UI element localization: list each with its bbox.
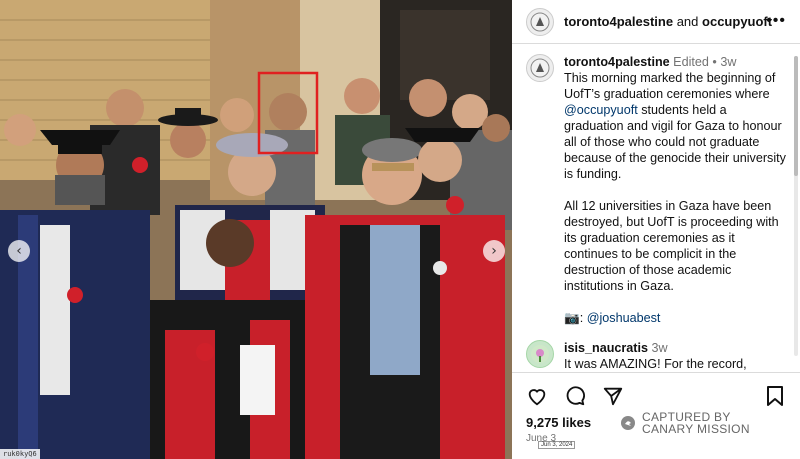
date-stamp: Jun 3, 2024 xyxy=(538,441,576,449)
caption-body: toronto4palestine Edited • 3w This morni… xyxy=(564,54,786,326)
header-account-names: toronto4palestine and occupyuoft xyxy=(564,14,772,29)
previous-photo-button[interactable]: ‹ xyxy=(8,240,30,262)
photo-credit: 📷: @joshuabest xyxy=(564,310,786,326)
caption-age[interactable]: 3w xyxy=(720,55,736,69)
header-collaborator-link[interactable]: occupyuoft xyxy=(702,14,772,29)
photo-tag-label: ruk0kyQ6 xyxy=(0,449,40,459)
canary-mission-logo-icon xyxy=(621,416,635,430)
bookmark-icon[interactable] xyxy=(766,385,784,412)
post-panel: toronto4palestine and occupyuoft ••• tor… xyxy=(512,0,800,459)
action-icons xyxy=(526,385,624,412)
canary-mission-watermark: CAPTURED BY CANARY MISSION xyxy=(620,411,750,435)
comment-item: isis_naucratis 3w It was AMAZING! For th… xyxy=(512,340,800,370)
flower-avatar-icon xyxy=(531,345,549,363)
caption-paragraph-1: This morning marked the beginning of Uof… xyxy=(564,70,786,182)
header-joiner: and xyxy=(676,14,699,29)
more-options-icon[interactable]: ••• xyxy=(766,12,786,30)
comment-age: 3w xyxy=(651,341,668,355)
next-photo-button[interactable]: › xyxy=(483,240,505,262)
credit-link[interactable]: @joshuabest xyxy=(587,311,661,325)
camera-icon: 📷 xyxy=(564,311,580,325)
mention-link[interactable]: @occupyuoft xyxy=(564,103,638,117)
caption-text: This morning marked the beginning of Uof… xyxy=(564,71,776,101)
toronto4palestine-logo-icon xyxy=(530,12,550,31)
caption-avatar[interactable] xyxy=(526,54,554,82)
action-bar: 9,275 likes June 3 Jun 3, 2024 CAPTURED … xyxy=(512,372,800,459)
comment-body: isis_naucratis 3w It was AMAZING! For th… xyxy=(564,340,776,370)
caption: toronto4palestine Edited • 3w This morni… xyxy=(512,54,800,326)
credit-separator: : xyxy=(579,311,584,325)
caption-paragraph-2: All 12 universities in Gaza have been de… xyxy=(564,199,779,293)
comments-scroll-area[interactable]: toronto4palestine Edited • 3w This morni… xyxy=(512,54,800,370)
comment-text: It was AMAZING! For the record, there we… xyxy=(564,357,747,370)
watermark-line-2: CANARY MISSION xyxy=(642,422,750,436)
toronto4palestine-logo-icon xyxy=(530,58,550,78)
comment-icon[interactable] xyxy=(564,385,586,412)
post-header: toronto4palestine and occupyuoft ••• xyxy=(512,0,800,44)
photo-illustration xyxy=(0,0,512,459)
commenter-avatar[interactable] xyxy=(526,340,554,368)
likes-count[interactable]: 9,275 likes xyxy=(526,415,591,430)
account-avatar[interactable] xyxy=(526,7,554,36)
header-account-link[interactable]: toronto4palestine xyxy=(564,14,673,29)
post-photo[interactable]: ‹ › ruk0kyQ6 xyxy=(0,0,512,459)
meta-dot: • xyxy=(712,55,717,69)
share-icon[interactable] xyxy=(602,385,624,412)
edited-label: Edited xyxy=(673,55,709,69)
caption-username[interactable]: toronto4palestine xyxy=(564,55,670,69)
heart-icon[interactable] xyxy=(526,385,548,412)
commenter-username[interactable]: isis_naucratis xyxy=(564,341,648,355)
panel-scrollbar[interactable] xyxy=(794,56,798,356)
